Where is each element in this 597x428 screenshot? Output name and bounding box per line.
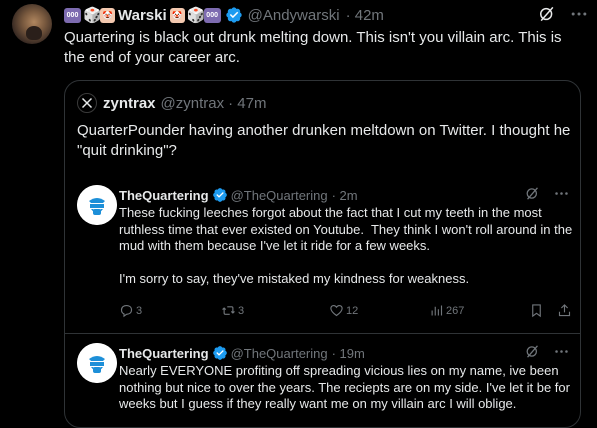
embedded-tweet-header: TheQuartering @TheQuartering · 2m — [119, 187, 358, 203]
avatar[interactable] — [77, 343, 117, 383]
embedded-top-actions — [524, 343, 570, 360]
embedded-top-actions — [524, 185, 570, 202]
verified-badge-icon — [225, 7, 242, 23]
reply-icon — [120, 304, 133, 318]
grok-icon[interactable] — [524, 185, 541, 202]
quote-display-name[interactable]: zyntrax — [103, 95, 156, 112]
more-options-icon[interactable] — [553, 185, 570, 202]
more-options-icon[interactable] — [553, 343, 570, 360]
clown-emoji-icon: 🤡 — [100, 7, 115, 23]
verified-badge-icon — [212, 188, 227, 202]
quartering-logo-icon — [77, 343, 117, 383]
tweet-header: 000 🎲 🤡 Warski 🤡 🎲 000 @Andywarski · 42m — [64, 6, 384, 24]
quartering-logo-icon — [77, 185, 117, 225]
bookmark-icon — [532, 304, 541, 318]
verified-badge-icon — [212, 346, 227, 360]
embedded-timestamp[interactable]: · 2m — [332, 188, 358, 203]
views-button[interactable]: 267 — [429, 303, 464, 318]
display-name[interactable]: Warski — [118, 7, 167, 24]
action-bar: 3 3 12 267 — [119, 303, 574, 321]
embedded-tweet[interactable]: TheQuartering @TheQuartering · 2m These … — [65, 181, 580, 329]
emoji-number-icon: 000 — [203, 7, 221, 23]
heart-icon — [330, 304, 343, 317]
views-chart-icon — [431, 305, 443, 316]
reply-button[interactable]: 3 — [119, 303, 142, 318]
divider — [65, 333, 580, 334]
tweet-text: Quartering is black out drunk melting do… — [64, 29, 566, 66]
quote-timestamp[interactable]: · 47m — [228, 95, 266, 112]
bookmark-button[interactable] — [529, 303, 546, 318]
avatar[interactable] — [77, 185, 117, 225]
embedded-tweet-header: TheQuartering @TheQuartering · 19m — [119, 345, 365, 361]
timestamp[interactable]: · 42m — [346, 7, 384, 24]
share-button[interactable] — [557, 303, 574, 318]
embedded-tweet-text: These fucking leeches forgot about the f… — [119, 205, 573, 286]
handle[interactable]: @Andywarski — [248, 7, 340, 24]
like-button[interactable]: 12 — [329, 303, 358, 318]
quote-tweet-card[interactable]: zyntrax @zyntrax · 47m QuarterPounder ha… — [64, 80, 581, 428]
quote-header: zyntrax @zyntrax · 47m — [77, 93, 266, 113]
avatar — [77, 93, 97, 113]
grok-icon[interactable] — [524, 343, 541, 360]
emoji-number-icon: 000 — [64, 7, 81, 23]
embedded-timestamp[interactable]: · 19m — [332, 346, 365, 361]
tweet-top-actions — [537, 4, 589, 24]
quote-handle[interactable]: @zyntrax — [161, 95, 225, 112]
like-count: 12 — [346, 304, 359, 317]
repost-count: 3 — [238, 304, 245, 317]
more-options-icon[interactable] — [569, 4, 589, 24]
dice-emoji-icon: 🎲 — [186, 6, 206, 24]
embedded-handle[interactable]: @TheQuartering — [231, 346, 328, 361]
share-icon — [558, 304, 571, 317]
embedded-display-name[interactable]: TheQuartering — [119, 346, 209, 361]
clown-emoji-icon: 🤡 — [169, 7, 185, 23]
dice-emoji-icon: 🎲 — [83, 6, 102, 24]
repost-button[interactable]: 3 — [221, 303, 244, 318]
tweet: 000 🎲 🤡 Warski 🤡 🎲 000 @Andywarski · 42m… — [0, 0, 597, 428]
repost-icon — [222, 306, 235, 315]
reply-count: 3 — [136, 304, 143, 317]
grok-icon[interactable] — [537, 4, 557, 24]
embedded-tweet[interactable]: TheQuartering @TheQuartering · 19m Nearl… — [65, 339, 580, 427]
embedded-display-name[interactable]: TheQuartering — [119, 188, 209, 203]
quote-text: QuarterPounder having another drunken me… — [77, 122, 571, 159]
embedded-tweet-text: Nearly EVERYONE profiting off spreading … — [119, 363, 574, 411]
avatar[interactable] — [12, 4, 52, 44]
x-logo-icon — [81, 97, 93, 109]
embedded-handle[interactable]: @TheQuartering — [231, 188, 328, 203]
view-count: 267 — [446, 304, 465, 317]
